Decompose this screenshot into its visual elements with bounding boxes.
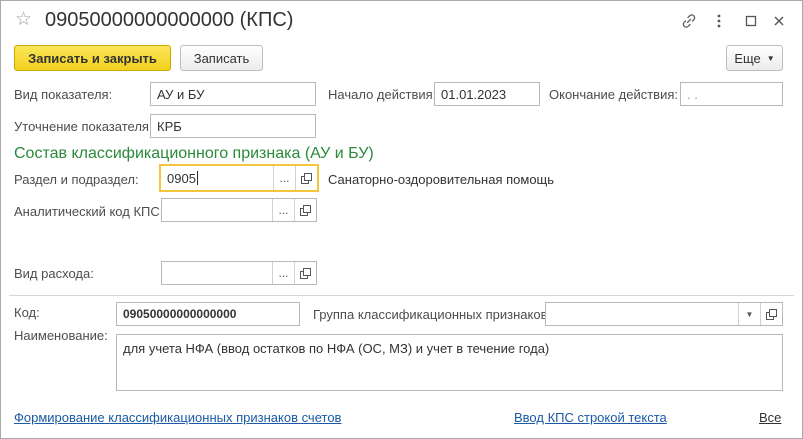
name-textarea[interactable]: для учета НФА (ввод остатков по НФА (ОС,… [116,334,783,391]
more-button[interactable]: Еще ▼ [726,45,783,71]
window-title: 09050000000000000 (КПС) [45,9,294,31]
save-and-close-button[interactable]: Записать и закрыть [14,45,171,71]
select-ellipsis-button[interactable]: ... [273,166,295,190]
open-icon[interactable] [294,199,316,221]
section-title: Состав классификационного признака (АУ и… [14,145,374,162]
section-subsection-label: Раздел и подраздел: [14,172,139,187]
analytic-code-field[interactable]: ... [161,198,317,222]
more-menu-icon[interactable] [709,11,729,31]
start-date-field[interactable]: 01.01.2023 [434,82,540,106]
form-window: ☆ 09050000000000000 (КПС) Записать и зак… [0,0,803,439]
group-label: Группа классификационных признаков: [313,307,552,322]
open-icon[interactable] [295,166,317,190]
indicator-refinement-label: Уточнение показателя: [14,119,153,134]
save-button[interactable]: Записать [180,45,263,71]
expense-type-label: Вид расхода: [14,266,94,281]
select-ellipsis-button[interactable]: ... [272,262,294,284]
expense-type-field[interactable]: ... [161,261,317,285]
indicator-type-label: Вид показателя: [14,87,113,102]
maximize-icon[interactable] [741,11,761,31]
close-icon[interactable] [769,11,789,31]
code-label: Код: [14,305,40,320]
open-icon[interactable] [760,303,782,325]
favorite-star-icon[interactable]: ☆ [15,10,32,29]
analytic-code-label: Аналитический код КПС: [14,204,164,219]
text-caret [196,171,198,185]
open-icon[interactable] [294,262,316,284]
indicator-type-field[interactable]: АУ и БУ [150,82,316,106]
input-text-link[interactable]: Ввод КПС строкой текста [514,410,667,425]
all-link[interactable]: Все [759,410,781,425]
section-subsection-value: 0905 [167,170,196,186]
link-icon[interactable] [679,11,699,31]
section-subsection-field[interactable]: 0905 ... [159,164,319,192]
forming-link[interactable]: Формирование классификационных признаков… [14,410,341,425]
end-date-label: Окончание действия: [549,87,678,102]
name-label: Наименование: [14,328,108,343]
more-button-label: Еще [734,50,761,66]
section-divider [9,295,794,296]
group-field[interactable]: ▼ [545,302,783,326]
code-field[interactable]: 09050000000000000 [116,302,300,326]
dropdown-arrow-icon[interactable]: ▼ [738,303,760,325]
indicator-refinement-field[interactable]: КРБ [150,114,316,138]
end-date-field[interactable]: . . [680,82,783,106]
dropdown-arrow-icon: ▼ [766,53,775,63]
start-date-label: Начало действия: [328,87,437,102]
select-ellipsis-button[interactable]: ... [272,199,294,221]
section-subsection-description: Санаторно-оздоровительная помощь [328,172,555,187]
